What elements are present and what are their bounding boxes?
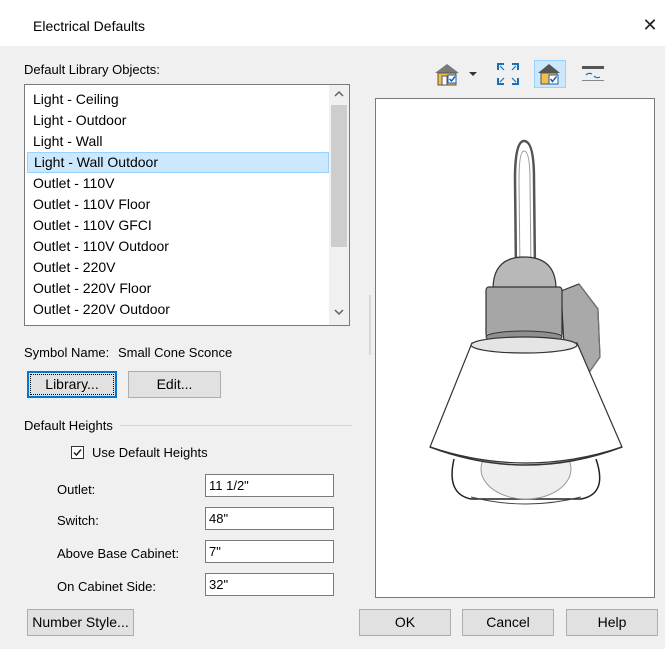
rotate-icon[interactable] <box>578 60 608 88</box>
list-item[interactable]: Light - Ceiling <box>27 89 329 110</box>
cancel-button[interactable]: Cancel <box>462 609 554 636</box>
switch-label: Switch: <box>57 513 99 528</box>
fill-window-icon[interactable] <box>494 60 522 88</box>
library-button[interactable]: Library... <box>27 371 117 398</box>
list-item[interactable]: Outlet - 110V <box>27 173 329 194</box>
window-title: Electrical Defaults <box>33 18 146 34</box>
outlet-height-field[interactable]: 11 1/2" <box>205 474 334 497</box>
list-item[interactable]: Outlet - 220V Floor <box>27 278 329 299</box>
scroll-up-icon[interactable] <box>329 87 349 105</box>
camera-view-icon[interactable] <box>432 60 464 88</box>
switch-height-field[interactable]: 48" <box>205 507 334 530</box>
ok-button[interactable]: OK <box>359 609 451 636</box>
checkmark-icon <box>73 449 82 457</box>
library-listbox[interactable]: Light - Ceiling Light - Outdoor Light - … <box>24 84 350 326</box>
list-scrollbar[interactable] <box>329 85 349 325</box>
number-style-button[interactable]: Number Style... <box>27 609 134 636</box>
scroll-down-icon[interactable] <box>329 305 349 323</box>
group-divider <box>120 425 352 426</box>
outlet-label: Outlet: <box>57 482 96 497</box>
list-item-selected[interactable]: Light - Wall Outdoor <box>27 152 329 173</box>
use-default-heights-checkbox[interactable] <box>71 446 84 459</box>
on-cabinet-side-field[interactable]: 32" <box>205 573 334 596</box>
list-item[interactable]: Light - Outdoor <box>27 110 329 131</box>
list-item[interactable]: Outlet - 220V <box>27 257 329 278</box>
scroll-thumb[interactable] <box>331 105 347 247</box>
default-heights-heading: Default Heights <box>24 418 113 433</box>
wall-sconce-image <box>429 139 623 505</box>
list-item[interactable]: Light - Wall <box>27 131 329 152</box>
render-mode-icon[interactable] <box>534 60 566 88</box>
library-heading: Default Library Objects: <box>24 62 160 77</box>
use-default-heights-label: Use Default Heights <box>92 445 208 460</box>
above-base-cabinet-field[interactable]: 7" <box>205 540 334 563</box>
symbol-name-label: Symbol Name: <box>24 345 110 360</box>
above-base-cabinet-label: Above Base Cabinet: <box>57 546 180 561</box>
close-icon[interactable]: ✕ <box>635 10 665 40</box>
list-item[interactable]: Outlet - 110V Outdoor <box>27 236 329 257</box>
on-cabinet-side-label: On Cabinet Side: <box>57 579 157 594</box>
edit-button[interactable]: Edit... <box>128 371 221 398</box>
list-item[interactable]: Outlet - 220V Outdoor <box>27 299 329 320</box>
list-item[interactable]: Outlet - 110V GFCI <box>27 215 329 236</box>
list-item[interactable]: Outlet - 110V Floor <box>27 194 329 215</box>
splitter[interactable] <box>369 295 371 355</box>
help-button[interactable]: Help <box>566 609 658 636</box>
library-button-label: Library... <box>45 376 99 392</box>
dropdown-arrow-icon[interactable] <box>466 60 480 88</box>
symbol-name-value: Small Cone Sconce <box>118 345 233 360</box>
preview-pane[interactable] <box>375 98 655 598</box>
